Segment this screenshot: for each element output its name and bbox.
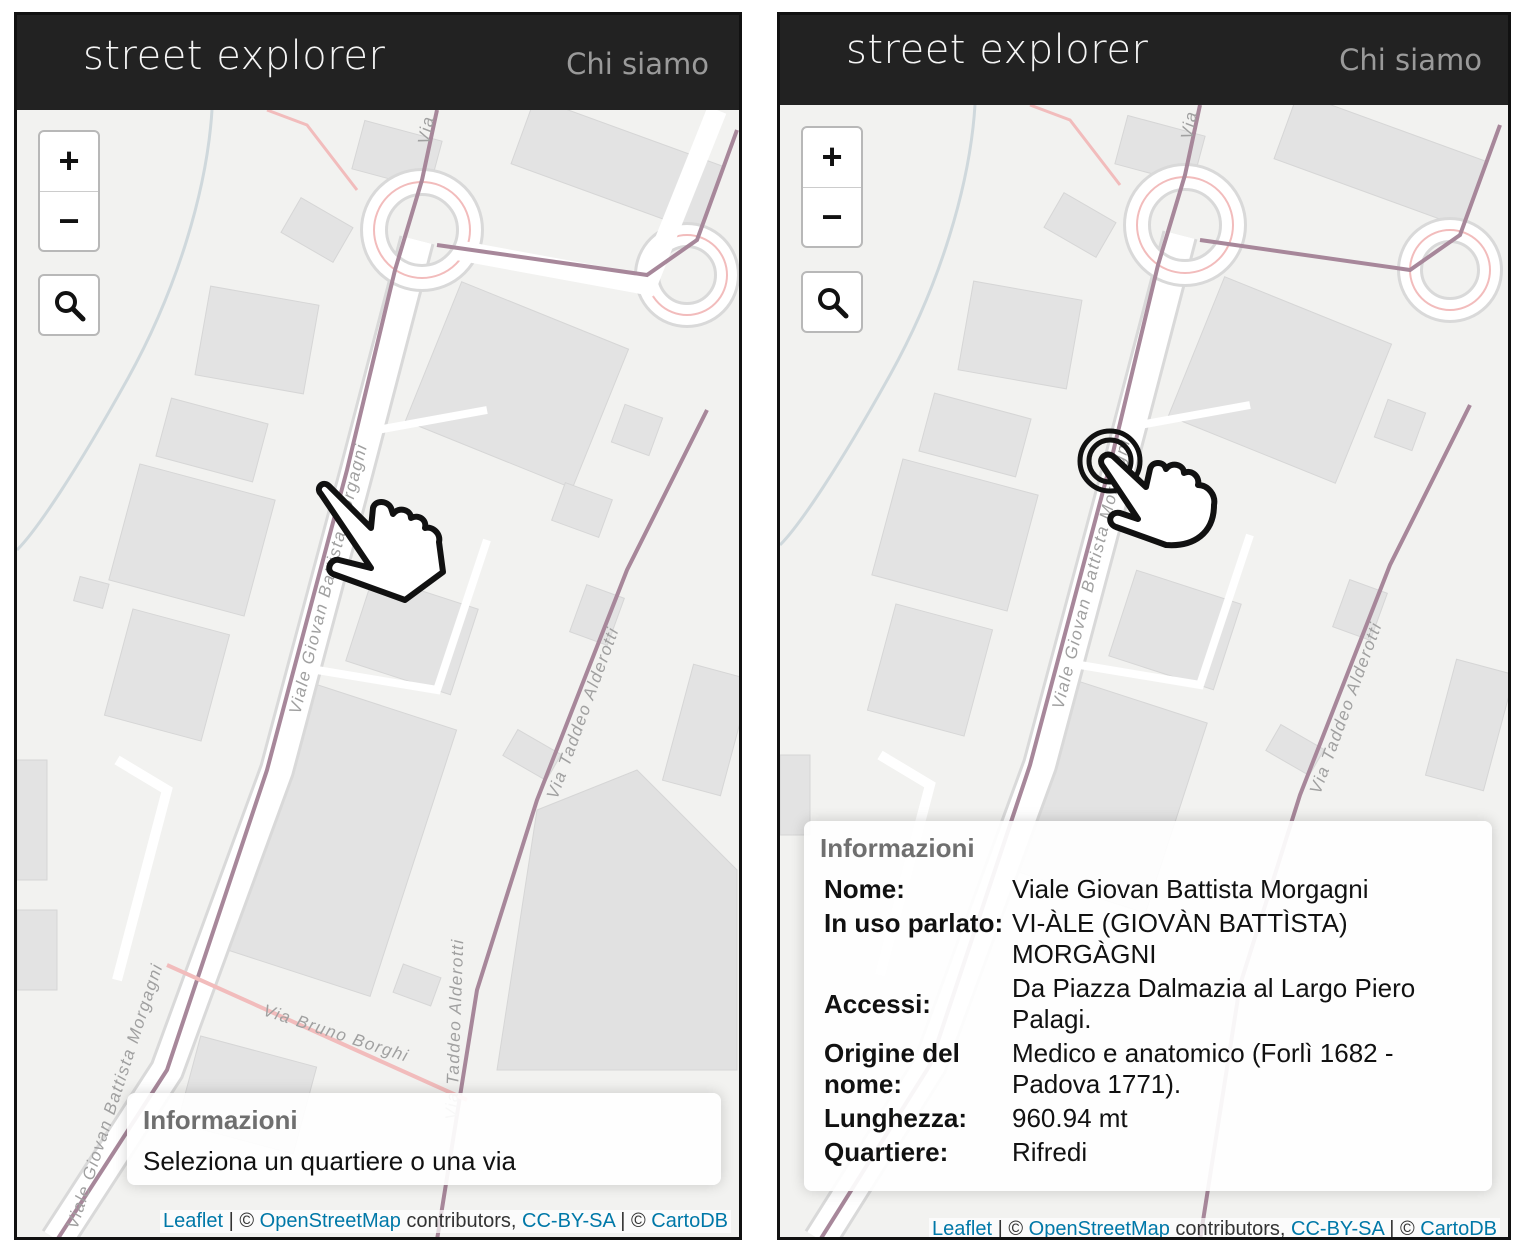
zoom-control: + −: [801, 126, 863, 248]
map-search-button[interactable]: [801, 271, 863, 333]
osm-link[interactable]: OpenStreetMap: [1029, 1218, 1170, 1237]
info-value-nome: Viale Giovan Battista Morgagni: [1012, 874, 1369, 904]
attribution-separator: | ©: [1383, 1218, 1421, 1240]
info-panel: Informazioni Seleziona un quartiere o un…: [127, 1093, 721, 1185]
right-screen: street explorer Chi siamo Viale Giovan B…: [777, 12, 1511, 1240]
info-key-nome: Nome:: [824, 874, 905, 904]
street-info-table: Nome: Viale Giovan Battista Morgagni In …: [820, 874, 1476, 1171]
chi-siamo-link[interactable]: Chi siamo: [566, 47, 709, 81]
attribution-separator: | ©: [614, 1210, 652, 1232]
zoom-in-button[interactable]: +: [803, 128, 861, 188]
info-key-lunghezza: Lunghezza:: [824, 1103, 967, 1133]
info-value-in-uso-parlato: VI-ÀLE (GIOVÀN BATTÌSTA) MORGÀGNI: [1012, 908, 1348, 969]
info-value-origine-nome: Medico e anatomico (Forlì 1682 - Padova …: [1012, 1038, 1394, 1099]
info-panel: Informazioni Nome: Viale Giovan Battista…: [804, 821, 1492, 1191]
cartodb-link[interactable]: CartoDB: [1420, 1218, 1497, 1237]
info-row: Nome: Viale Giovan Battista Morgagni: [820, 874, 1476, 908]
info-panel-title: Informazioni: [820, 833, 975, 863]
info-key-quartiere: Quartiere:: [824, 1137, 949, 1167]
chi-siamo-link[interactable]: Chi siamo: [1339, 43, 1482, 77]
cartodb-link[interactable]: CartoDB: [651, 1210, 728, 1232]
info-panel-message: Seleziona un quartiere o una via: [143, 1146, 516, 1176]
zoom-out-button[interactable]: −: [803, 188, 861, 247]
info-key-origine-nome: Origine del nome:: [824, 1038, 960, 1099]
info-panel-title: Informazioni: [143, 1105, 298, 1135]
map-attribution: Leaflet | © OpenStreetMap contributors, …: [929, 1218, 1500, 1240]
leaflet-link[interactable]: Leaflet: [163, 1210, 223, 1232]
attribution-separator: | ©: [992, 1218, 1029, 1240]
zoom-in-button[interactable]: +: [40, 132, 98, 192]
attribution-contributors: contributors,: [1169, 1218, 1292, 1240]
app-brand[interactable]: street explorer: [846, 27, 1148, 73]
info-row: Origine del nome: Medico e anatomico (Fo…: [820, 1038, 1476, 1103]
attribution-contributors: contributors,: [400, 1210, 523, 1232]
info-value-quartiere: Rifredi: [1012, 1137, 1088, 1167]
info-row: Lunghezza: 960.94 mt: [820, 1103, 1476, 1137]
search-icon: [818, 288, 849, 319]
license-link[interactable]: CC-BY-SA: [522, 1210, 615, 1232]
tapping-hand-icon: [1077, 428, 1218, 549]
search-icon: [55, 291, 86, 322]
app-header: street explorer Chi siamo: [17, 15, 739, 110]
info-row: Quartiere: Rifredi: [820, 1137, 1476, 1171]
app-header: street explorer Chi siamo: [780, 15, 1508, 105]
info-row: In uso parlato: VI-ÀLE (GIOVÀN BATTÌSTA)…: [820, 908, 1476, 973]
map-canvas[interactable]: Viale Giovan Battista Morgagni Via Tadde…: [17, 110, 739, 1237]
app-brand[interactable]: street explorer: [83, 33, 385, 79]
license-link[interactable]: CC-BY-SA: [1291, 1218, 1384, 1237]
map-tiles: Viale Giovan Battista Morgagni Via Tadde…: [17, 110, 739, 1237]
pointing-hand-icon: [315, 480, 446, 603]
left-screen: street explorer Chi siamo Viale Giovan B…: [14, 12, 742, 1240]
map-attribution: Leaflet | © OpenStreetMap contributors, …: [160, 1210, 731, 1233]
leaflet-link[interactable]: Leaflet: [932, 1218, 992, 1237]
osm-link[interactable]: OpenStreetMap: [260, 1210, 401, 1232]
info-key-in-uso-parlato: In uso parlato:: [824, 908, 1004, 938]
attribution-separator: | ©: [223, 1210, 260, 1232]
info-value-lunghezza: 960.94 mt: [1012, 1103, 1128, 1133]
map-search-button[interactable]: [38, 274, 100, 336]
zoom-control: + −: [38, 130, 100, 252]
info-value-accessi: Da Piazza Dalmazia al Largo Piero Palagi…: [1012, 973, 1416, 1034]
info-key-accessi: Accessi:: [824, 988, 931, 1019]
zoom-out-button[interactable]: −: [40, 192, 98, 251]
info-row: Accessi: Da Piazza Dalmazia al Largo Pie…: [820, 973, 1476, 1038]
